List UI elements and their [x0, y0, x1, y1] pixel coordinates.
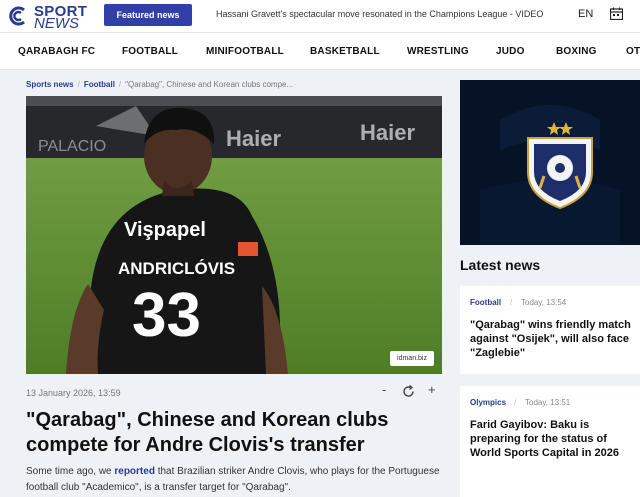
language-selector[interactable]: EN	[578, 8, 593, 20]
breadcrumb-separator: /	[118, 80, 122, 89]
card-title[interactable]: "Qarabag" wins friendly match against "O…	[470, 318, 640, 360]
breadcrumb-football[interactable]: Football	[84, 80, 115, 89]
calendar-icon[interactable]	[610, 7, 623, 20]
font-increase-button[interactable]: +	[428, 382, 436, 397]
qarabag-crest-logo	[460, 80, 640, 245]
article-lead: Some time ago, we reported that Brazilia…	[26, 464, 440, 496]
font-decrease-button[interactable]: -	[382, 382, 386, 397]
latest-news-heading: Latest news	[460, 257, 541, 273]
article-tools: - +	[380, 382, 440, 402]
latest-news-card[interactable]: Olympics / Today, 13:51 Farid Gayibov: B…	[460, 386, 640, 497]
breadcrumb-sports-news[interactable]: Sports news	[26, 80, 74, 89]
card-category[interactable]: Football	[470, 298, 501, 307]
article-headline: "Qarabag", Chinese and Korean clubs comp…	[26, 409, 389, 456]
svg-text:Haier: Haier	[360, 120, 415, 145]
hero-photo: PALACIO Haier Haier Vişpapel ANDRICLÓVIS…	[26, 96, 442, 374]
breadcrumb-current: "Qarabag", Chinese and Korean clubs comp…	[125, 80, 294, 89]
card-separator: /	[510, 298, 513, 307]
lead-text-start: Some time ago, we	[26, 466, 115, 477]
nav-item-more[interactable]: OT	[626, 46, 640, 57]
nav-item-basketball[interactable]: BASKETBALL	[310, 46, 380, 57]
breadcrumb: Sports news / Football / "Qarabag", Chinese …	[26, 80, 293, 89]
shirt-number: 33	[132, 281, 201, 350]
qarabag-crest-banner[interactable]	[460, 80, 640, 245]
nav-item-boxing[interactable]: BOXING	[556, 46, 597, 57]
card-separator: /	[514, 398, 517, 407]
shirt-player-name: ANDRICLÓVIS	[118, 259, 235, 278]
main-nav: QARABAGH FC FOOTBALL MINIFOOTBALL BASKET…	[0, 32, 640, 70]
nav-item-minifootball[interactable]: MINIFOOTBALL	[206, 46, 284, 57]
article-hero-image: PALACIO Haier Haier Vişpapel ANDRICLÓVIS…	[26, 96, 442, 374]
breadcrumb-separator: /	[77, 80, 80, 89]
refresh-icon[interactable]	[402, 385, 415, 398]
article-date: 13 January 2026, 13:59	[26, 388, 121, 398]
news-ticker-link[interactable]: Hassani Gravett's spectacular move reson…	[216, 9, 543, 19]
nav-item-qarabagh[interactable]: QARABAGH FC	[18, 46, 95, 57]
photo-credit: idman.biz	[390, 351, 434, 366]
svg-text:PALACIO: PALACIO	[38, 138, 106, 155]
logo-news-text: NEWS	[34, 15, 79, 32]
logo-mark-icon	[9, 6, 25, 26]
nav-item-football[interactable]: FOOTBALL	[122, 46, 178, 57]
nav-item-judo[interactable]: JUDO	[496, 46, 525, 57]
lead-reported-link[interactable]: reported	[114, 466, 155, 477]
site-logo[interactable]: SPORT NEWS	[6, 2, 88, 32]
card-title[interactable]: Farid Gayibov: Baku is preparing for the…	[470, 418, 640, 460]
top-bar: SPORT NEWS Featured news Hassani Gravett…	[0, 0, 640, 32]
card-time: Today, 13:54	[521, 298, 567, 307]
nav-item-wrestling[interactable]: WRESTLING	[407, 46, 469, 57]
latest-news-card[interactable]: Football / Today, 13:54 "Qarabag" wins f…	[460, 286, 640, 374]
card-category[interactable]: Olympics	[470, 398, 506, 407]
svg-text:Haier: Haier	[226, 126, 281, 151]
featured-news-button[interactable]: Featured news	[104, 4, 192, 26]
shirt-sponsor-text: Vişpapel	[124, 219, 206, 241]
card-time: Today, 13:51	[525, 398, 571, 407]
